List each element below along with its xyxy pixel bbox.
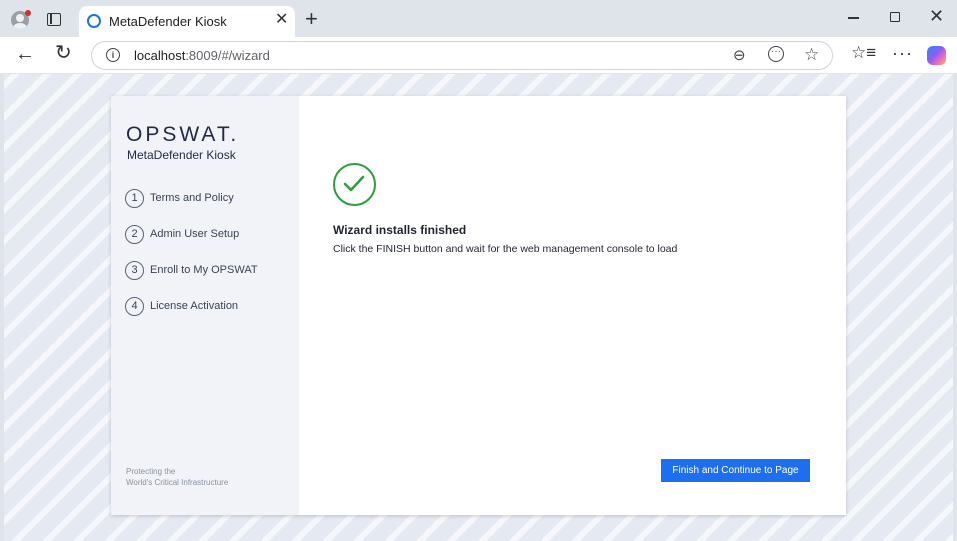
tab-close-icon[interactable]: ✕: [275, 12, 288, 28]
favorites-list-icon[interactable]: ☆≡: [851, 43, 876, 63]
step-number: 2: [125, 225, 144, 244]
site-info-icon[interactable]: i: [106, 48, 120, 62]
browser-titlebar: MetaDefender Kiosk ✕ + ✕: [0, 0, 957, 37]
product-name: MetaDefender Kiosk: [127, 148, 236, 162]
completion-title: Wizard installs finished: [333, 223, 467, 237]
address-bar[interactable]: i localhost:8009/#/wizard ⊖ ··· ☆: [91, 41, 833, 70]
step-number: 3: [125, 261, 144, 280]
reload-icon[interactable]: ↻: [55, 42, 72, 64]
browser-tab[interactable]: MetaDefender Kiosk ✕: [79, 6, 295, 37]
browser-toolbar: ← ↻ i localhost:8009/#/wizard ⊖ ··· ☆ ☆≡…: [0, 37, 957, 74]
minimize-icon[interactable]: [848, 17, 859, 19]
maximize-icon[interactable]: [890, 12, 900, 22]
opswat-logo: OPSWAT.: [126, 123, 240, 146]
wizard-card: OPSWAT. MetaDefender Kiosk 1 Terms and P…: [111, 96, 846, 515]
tagline: Protecting the World's Critical Infrastr…: [126, 466, 228, 488]
notification-dot: [25, 10, 31, 16]
page-background: OPSWAT. MetaDefender Kiosk 1 Terms and P…: [4, 74, 953, 541]
tagline-line-2: World's Critical Infrastructure: [126, 478, 229, 487]
tab-title: MetaDefender Kiosk: [109, 14, 227, 29]
favorite-star-icon[interactable]: ☆: [804, 45, 819, 65]
wizard-main: Wizard installs finished Click the FINIS…: [299, 96, 846, 515]
zoom-out-icon[interactable]: ⊖: [733, 46, 746, 64]
window-close-icon[interactable]: ✕: [929, 6, 944, 26]
read-aloud-icon[interactable]: ···: [768, 46, 784, 62]
step-label: Terms and Policy: [150, 192, 234, 204]
checkmark-circle-icon: [333, 163, 376, 206]
finish-button[interactable]: Finish and Continue to Page: [661, 459, 810, 482]
step-number: 1: [125, 189, 144, 208]
step-label: Admin User Setup: [150, 228, 240, 240]
step-label: Enroll to My OPSWAT: [150, 264, 258, 276]
tagline-line-1: Protecting the: [126, 467, 176, 476]
url-path: :8009/#/wizard: [185, 48, 270, 63]
step-number: 4: [125, 297, 144, 316]
new-tab-icon[interactable]: +: [305, 8, 318, 30]
more-menu-icon[interactable]: ···: [892, 43, 913, 64]
wizard-sidebar: OPSWAT. MetaDefender Kiosk 1 Terms and P…: [111, 96, 299, 515]
loading-circle-icon: [87, 14, 101, 28]
back-arrow-icon[interactable]: ←: [15, 43, 35, 65]
step-label: License Activation: [150, 300, 239, 312]
url-host: localhost: [134, 48, 186, 63]
completion-message: Click the FINISH button and wait for the…: [333, 243, 678, 255]
url-text[interactable]: localhost:8009/#/wizard: [134, 48, 270, 63]
copilot-icon[interactable]: [927, 46, 946, 65]
tab-actions-icon[interactable]: [47, 13, 61, 26]
